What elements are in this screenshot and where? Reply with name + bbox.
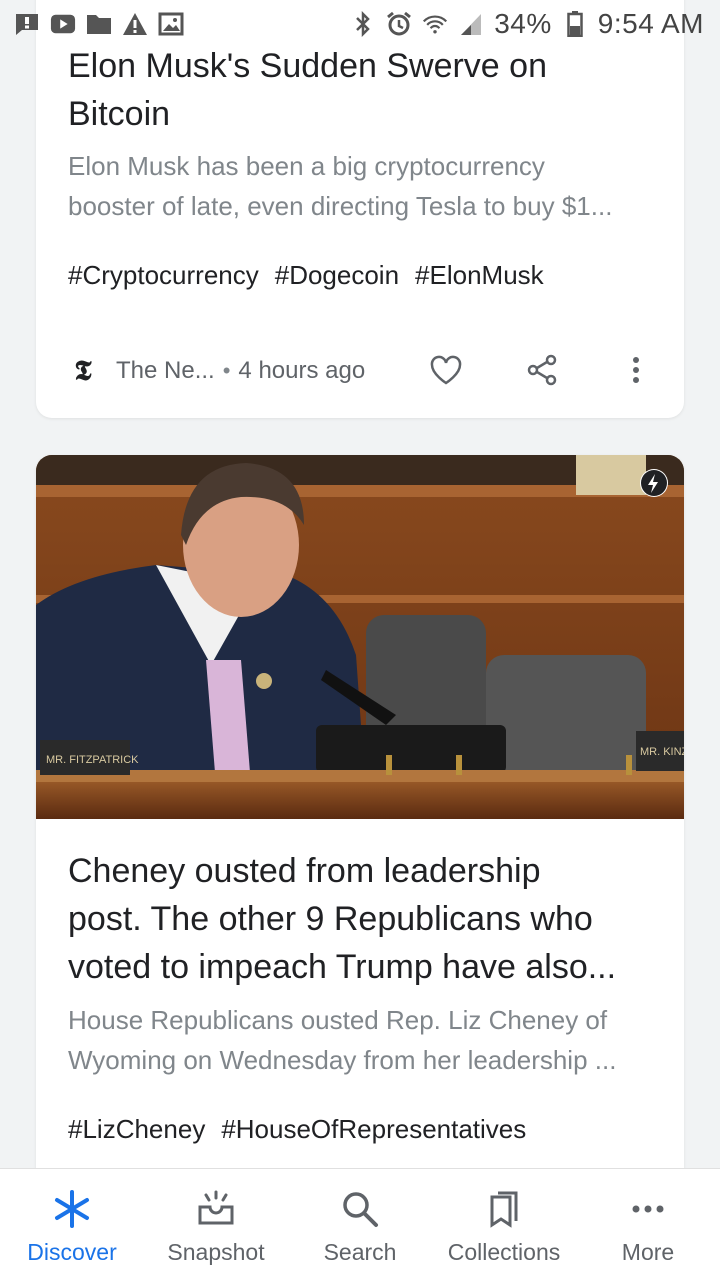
placard-right: MR. KINZ: [640, 746, 684, 758]
heart-icon: [430, 355, 462, 385]
clock: 9:54 AM: [597, 8, 704, 39]
bottom-navigation: Discover Snapshot Search Collections Mor…: [0, 1168, 720, 1280]
snippet-line: Elon Musk has been a big cryptocurrency: [68, 151, 545, 181]
tag-list: #Cryptocurrency #Dogecoin #ElonMusk: [68, 260, 544, 291]
folder-icon: [86, 11, 112, 37]
asterisk-icon: [52, 1187, 92, 1231]
more-options-button[interactable]: [616, 350, 656, 390]
youtube-icon: [50, 11, 76, 37]
tag-houseofrepresentatives[interactable]: #HouseOfRepresentatives: [221, 1114, 526, 1145]
article-card-elon-musk[interactable]: Elon Musk's Sudden Swerve on Bitcoin Elo…: [36, 0, 684, 418]
nav-label: Collections: [447, 1239, 561, 1265]
warning-icon: [122, 11, 148, 37]
notification-icons: [14, 11, 184, 37]
headline-line: Elon Musk's Sudden Swerve on: [68, 47, 547, 85]
battery-icon: [562, 11, 588, 37]
snippet-line: Wyoming on Wednesday from her leadership…: [68, 1045, 617, 1075]
source-name[interactable]: The Ne...: [116, 357, 215, 385]
image-icon: [158, 11, 184, 37]
collections-icon: [484, 1187, 524, 1231]
like-button[interactable]: [426, 350, 466, 390]
snippet-line: booster of late, even directing Tesla to…: [68, 191, 613, 221]
message-icon: [14, 11, 40, 37]
article-card-cheney[interactable]: MR. FITZPATRICK MR. KINZ Cheney ousted f…: [36, 455, 684, 1215]
more-icon: [628, 1187, 668, 1231]
more-vert-icon: [633, 357, 639, 383]
headline-line: post. The other 9 Republicans who: [68, 900, 593, 938]
bluetooth-icon: [350, 11, 376, 37]
snippet-line: House Republicans ousted Rep. Liz Cheney…: [68, 1005, 608, 1035]
article-headline[interactable]: Elon Musk's Sudden Swerve on Bitcoin: [68, 42, 654, 138]
nav-label: More: [621, 1239, 675, 1265]
tag-cryptocurrency[interactable]: #Cryptocurrency: [68, 260, 259, 291]
system-icons: 34% 9:54 AM: [350, 8, 704, 40]
amp-bolt-icon: [640, 469, 668, 497]
headline-line: Cheney ousted from leadership: [68, 852, 541, 890]
battery-percent: 34%: [494, 8, 552, 39]
nav-label: Snapshot: [167, 1239, 265, 1265]
signal-icon: [458, 11, 484, 37]
snapshot-icon: [196, 1187, 236, 1231]
wifi-icon: [422, 11, 448, 37]
status-bar: 34% 9:54 AM: [0, 0, 720, 48]
nav-discover[interactable]: Discover: [4, 1187, 140, 1266]
nyt-logo: 𝕿: [74, 354, 92, 387]
placard-left: MR. FITZPATRICK: [46, 754, 139, 766]
article-headline[interactable]: Cheney ousted from leadership post. The …: [68, 847, 654, 991]
share-icon: [527, 354, 557, 386]
headline-line: voted to impeach Trump have also...: [68, 948, 617, 986]
article-snippet: Elon Musk has been a big cryptocurrency …: [68, 146, 654, 226]
nav-more[interactable]: More: [580, 1187, 716, 1266]
nav-label: Search: [323, 1239, 397, 1265]
nav-search[interactable]: Search: [292, 1187, 428, 1266]
tag-list: #LizCheney #HouseOfRepresentatives: [68, 1114, 526, 1145]
tag-elonmusk[interactable]: #ElonMusk: [415, 260, 544, 291]
share-button[interactable]: [522, 350, 562, 390]
article-snippet: House Republicans ousted Rep. Liz Cheney…: [68, 1000, 654, 1080]
article-hero-image[interactable]: MR. FITZPATRICK MR. KINZ: [36, 455, 684, 819]
tag-lizcheney[interactable]: #LizCheney: [68, 1114, 205, 1145]
publish-time: 4 hours ago: [238, 357, 366, 384]
alarm-icon: [386, 11, 412, 37]
headline-line: Bitcoin: [68, 95, 171, 133]
meta-separator: •: [222, 358, 231, 383]
nav-label: Discover: [27, 1239, 117, 1265]
nav-snapshot[interactable]: Snapshot: [148, 1187, 284, 1266]
article-meta: 𝕿 The Ne... • 4 hours ago: [68, 346, 654, 396]
tag-dogecoin[interactable]: #Dogecoin: [275, 260, 399, 291]
nav-collections[interactable]: Collections: [436, 1187, 572, 1266]
search-icon: [340, 1187, 380, 1231]
